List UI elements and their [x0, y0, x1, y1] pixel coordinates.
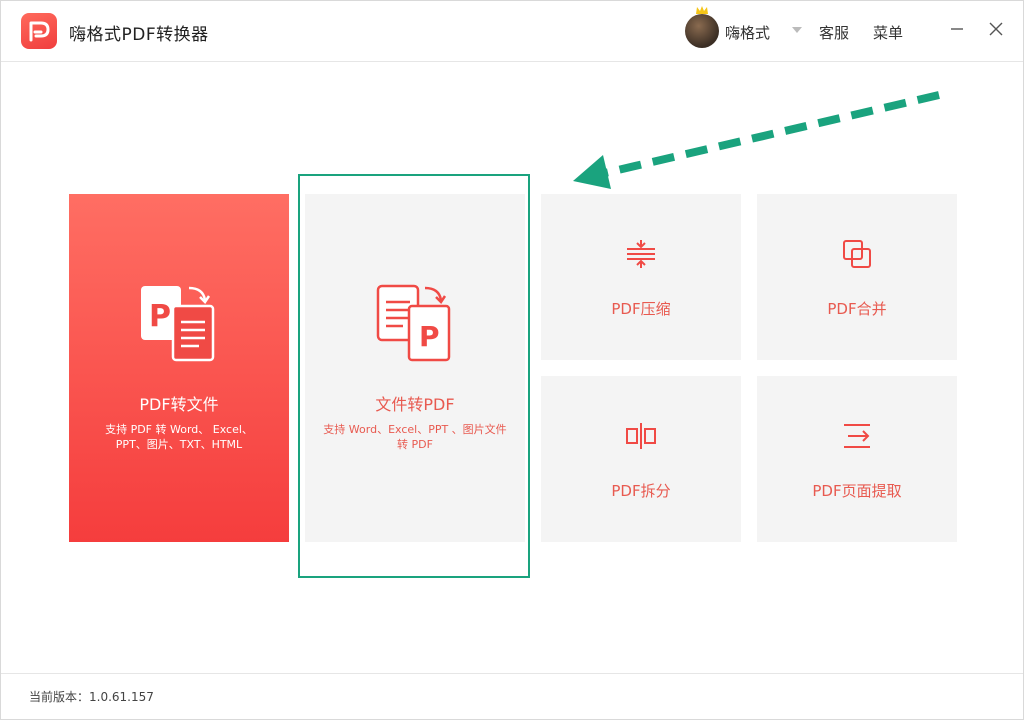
- pdf-compress-card[interactable]: PDF压缩: [541, 194, 741, 360]
- file-to-pdf-icon: P: [376, 284, 451, 362]
- caret-down-icon[interactable]: [792, 27, 802, 33]
- pdf-page-extract-card[interactable]: PDF页面提取: [757, 376, 957, 542]
- pdf-merge-card[interactable]: PDF合并: [757, 194, 957, 360]
- extract-icon: [844, 424, 870, 448]
- app-window: 嗨格式PDF转换器 嗨格式 客服 菜单 P PDF转文件 支持 PDF 转 Wo…: [0, 0, 1024, 720]
- card-title: PDF合并: [827, 300, 887, 318]
- card-title: 文件转PDF: [375, 395, 455, 414]
- pdf-split-card[interactable]: PDF拆分: [541, 376, 741, 542]
- app-title: 嗨格式PDF转换器: [69, 25, 209, 45]
- username[interactable]: 嗨格式: [725, 22, 770, 43]
- file-to-pdf-card[interactable]: P 文件转PDF 支持 Word、Excel、PPT 、图片文件转 PDF: [305, 194, 525, 542]
- card-title: PDF拆分: [611, 482, 671, 500]
- footer: 当前版本：1.0.61.157: [1, 673, 1023, 720]
- card-title: PDF转文件: [139, 395, 219, 414]
- pdf-to-file-icon: P: [141, 286, 215, 362]
- avatar[interactable]: [685, 14, 719, 48]
- svg-text:P: P: [149, 299, 171, 334]
- title-bar: 嗨格式PDF转换器 嗨格式 客服 菜单: [1, 1, 1023, 62]
- minimize-icon[interactable]: [949, 21, 965, 37]
- version-label: 当前版本：1.0.61.157: [29, 690, 154, 704]
- card-description: 支持 PDF 转 Word、 Excel、 PPT、图片、TXT、HTML: [105, 423, 253, 451]
- annotation-arrow-icon: [573, 91, 940, 189]
- customer-service-button[interactable]: 客服: [819, 22, 849, 43]
- menu-button[interactable]: 菜单: [873, 22, 903, 43]
- card-title: PDF页面提取: [812, 482, 902, 500]
- app-logo-icon: [21, 13, 57, 49]
- svg-text:P: P: [419, 320, 440, 353]
- split-icon: [626, 423, 656, 449]
- card-title: PDF压缩: [611, 300, 671, 318]
- pdf-to-file-card[interactable]: P PDF转文件 支持 PDF 转 Word、 Excel、 PPT、图片、TX…: [69, 194, 289, 542]
- merge-icon: [843, 240, 871, 268]
- card-description: 支持 Word、Excel、PPT 、图片文件转 PDF: [323, 423, 507, 451]
- close-icon[interactable]: [988, 21, 1004, 37]
- compress-icon: [627, 240, 655, 268]
